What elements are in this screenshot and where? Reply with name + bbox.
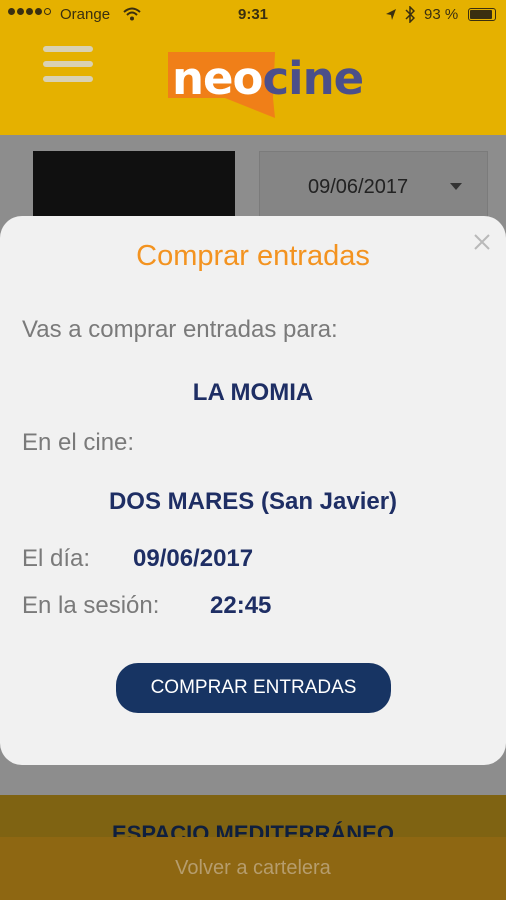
chevron-down-icon [450,183,462,190]
date-select-value: 09/06/2017 [308,176,409,198]
session-label: En la sesión: [22,592,160,619]
app-header: Orange 9:31 93 % neocine [0,0,506,135]
battery-percentage: 93 % [424,6,459,23]
movie-title: LA MOMIA [192,379,314,406]
bluetooth-icon [405,6,415,23]
back-to-listings-label: Volver a cartelera [175,857,331,879]
session-value: 22:45 [210,592,272,619]
cinema-value: DOS MARES (San Javier) [108,488,398,515]
day-label: El día: [22,545,91,572]
battery-icon [468,8,496,21]
dialog-title: Comprar entradas [136,240,370,272]
logo-neo-text: neo [172,52,263,105]
purchase-dialog: Comprar entradas Vas a comprar entradas … [0,216,506,765]
back-to-listings-button[interactable]: Volver a cartelera [0,837,506,900]
location-arrow-icon [386,9,396,20]
intro-label: Vas a comprar entradas para: [22,316,338,343]
day-value: 09/06/2017 [133,545,254,572]
buy-tickets-button[interactable]: COMPRAR ENTRADAS [116,663,391,713]
hamburger-menu-icon[interactable] [43,46,95,84]
logo-cine-text: cine [262,52,364,105]
status-bar: Orange 9:31 93 % [0,0,506,30]
neocine-logo: neocine [165,50,365,120]
date-select[interactable]: 09/06/2017 [259,151,488,219]
cinema-label: En el cine: [22,429,135,456]
